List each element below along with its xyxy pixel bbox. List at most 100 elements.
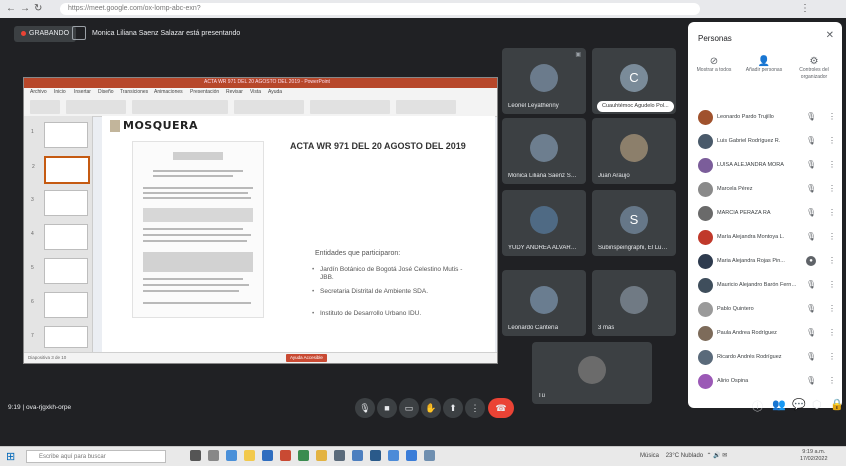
taskbar-search[interactable]: Escribe aquí para buscar xyxy=(26,450,166,463)
app-icon[interactable] xyxy=(208,450,219,461)
raise-hand-button[interactable]: ✋ xyxy=(421,398,441,418)
file-explorer-icon[interactable] xyxy=(244,450,255,461)
chat-icon[interactable]: 💬 xyxy=(792,398,806,411)
host-controls-button[interactable]: ⚙ Controles del organizador xyxy=(790,56,838,81)
accessibility-button[interactable]: Ayuda Accesible xyxy=(286,354,327,362)
system-clock[interactable]: 9:19 a.m. 17/02/2022 xyxy=(800,449,828,463)
participant-tile[interactable]: S Subinspeingraphi, El Luna... xyxy=(592,190,676,256)
add-people-button[interactable]: 👤 Añadir personas xyxy=(740,56,788,74)
ribbon-tab[interactable]: Insertar xyxy=(74,89,91,95)
word-icon[interactable] xyxy=(262,450,273,461)
app-icon[interactable] xyxy=(424,450,435,461)
more-options-icon[interactable]: ⋮ xyxy=(828,256,836,265)
mic-off-icon[interactable]: 🎙 xyxy=(806,232,816,241)
task-view-icon[interactable] xyxy=(190,450,201,461)
browser-edge-icon[interactable] xyxy=(226,450,237,461)
slide-thumbnail[interactable]: 4 xyxy=(31,224,88,250)
participant-row[interactable]: Ricardo Andrés Rodríguez 🎙 ⋮ xyxy=(688,346,842,370)
app-icon[interactable] xyxy=(352,450,363,461)
mic-off-icon[interactable]: 🎙 xyxy=(806,328,816,337)
slide-thumbnail[interactable]: 1 xyxy=(31,122,88,148)
participant-row[interactable]: Leonardo Pardo Trujillo 🎙 ⋮ xyxy=(688,106,842,130)
more-options-icon[interactable]: ⋮ xyxy=(828,328,836,337)
self-view-tile[interactable]: Tú xyxy=(532,342,652,404)
mic-off-icon[interactable]: 🎙 xyxy=(806,136,816,145)
ribbon-tab[interactable]: Animaciones xyxy=(154,89,183,95)
ribbon-tab[interactable]: Transiciones xyxy=(120,89,148,95)
ribbon-tab[interactable]: Revisar xyxy=(226,89,243,95)
participant-tile[interactable]: Leonardo Cantería xyxy=(502,270,586,336)
more-icon[interactable]: ▣ xyxy=(575,51,581,58)
participant-tile[interactable]: ▣ Leonel Leyathenny xyxy=(502,48,586,114)
participant-row[interactable]: Pablo Quintero 🎙 ⋮ xyxy=(688,298,842,322)
more-options-icon[interactable]: ⋮ xyxy=(828,112,836,121)
chrome-icon[interactable] xyxy=(316,450,327,461)
captions-button[interactable]: ▭ xyxy=(399,398,419,418)
more-options-icon[interactable]: ⋮ xyxy=(828,376,836,385)
more-options-icon[interactable]: ⋮ xyxy=(828,160,836,169)
participant-row[interactable]: Alirio Ospina 🎙 ⋮ xyxy=(688,370,842,394)
participant-row[interactable]: Luis Gabriel Rodríguez R. 🎙 ⋮ xyxy=(688,130,842,154)
people-icon[interactable]: 👥 xyxy=(772,398,786,411)
ribbon-tab[interactable]: Archivo xyxy=(30,89,47,95)
more-options-icon[interactable]: ⋮ xyxy=(828,280,836,289)
app-icon[interactable] xyxy=(370,450,381,461)
ribbon-tab[interactable]: Presentación xyxy=(190,89,219,95)
more-options-button[interactable]: ⋮ xyxy=(465,398,485,418)
mic-off-icon[interactable]: 🎙 xyxy=(806,208,816,217)
ribbon-tab[interactable]: Inicio xyxy=(54,89,66,95)
mic-off-icon[interactable]: 🎙 xyxy=(806,280,816,289)
pinned-participant-label[interactable]: Cuauhtémoc Agudelo Pol... xyxy=(597,101,674,112)
participant-tile[interactable]: Monica Liliana Saenz Sal... xyxy=(502,118,586,184)
info-icon[interactable]: ⓘ xyxy=(752,398,763,414)
slide-thumbnail[interactable]: 7 xyxy=(31,326,88,348)
slide-thumbnail[interactable]: 5 xyxy=(31,258,88,284)
slide-thumbnail[interactable]: 3 xyxy=(31,190,88,216)
participant-row[interactable]: Paula Andrea Rodríguez 🎙 ⋮ xyxy=(688,322,842,346)
weather-info[interactable]: 23°C Nublado xyxy=(666,453,703,459)
participant-row[interactable]: Maria Alejandra Rojas Pin... ● ⋮ xyxy=(688,250,842,274)
more-options-icon[interactable]: ⋮ xyxy=(828,136,836,145)
more-options-icon[interactable]: ⋮ xyxy=(828,304,836,313)
present-button[interactable]: ⬆ xyxy=(443,398,463,418)
more-options-icon[interactable]: ⋮ xyxy=(828,232,836,241)
more-options-icon[interactable]: ⋮ xyxy=(828,208,836,217)
powerpoint-icon[interactable] xyxy=(280,450,291,461)
participant-row[interactable]: Mauricio Alejandro Barón Fernández 🎙 ⋮ xyxy=(688,274,842,298)
participant-tile[interactable]: 3 más xyxy=(592,270,676,336)
forward-icon[interactable]: → xyxy=(20,3,30,14)
speaking-icon[interactable]: ● xyxy=(806,256,816,266)
back-icon[interactable]: ← xyxy=(6,3,16,14)
more-options-icon[interactable]: ⋮ xyxy=(828,352,836,361)
participant-row[interactable]: María Alejandra Montoya L. 🎙 ⋮ xyxy=(688,226,842,250)
tray-icons[interactable]: ⌃ 🔊 ✉ xyxy=(706,453,727,459)
mic-off-icon[interactable]: 🎙 xyxy=(806,112,816,121)
camera-button[interactable]: ■ xyxy=(377,398,397,418)
excel-icon[interactable] xyxy=(298,450,309,461)
ribbon-tab[interactable]: Vista xyxy=(250,89,261,95)
address-bar[interactable]: https://meet.google.com/ox-lomp-abc-exn? xyxy=(60,3,700,15)
ribbon-tab[interactable]: Diseño xyxy=(98,89,114,95)
participant-row[interactable]: Marcela Pérez 🎙 ⋮ xyxy=(688,178,842,202)
slide-thumbnail-selected[interactable]: 2 xyxy=(32,156,90,184)
mic-off-icon[interactable]: 🎙 xyxy=(806,376,816,385)
participant-row[interactable]: MARCIA PERAZA RA 🎙 ⋮ xyxy=(688,202,842,226)
end-call-button[interactable]: ☎ xyxy=(488,398,514,418)
show-to-all-button[interactable]: ⊘ Mostrar a todos xyxy=(690,56,738,74)
participant-tile[interactable]: YUDY ANDREA ALVAREZ ... xyxy=(502,190,586,256)
mic-button[interactable]: 🎙 xyxy=(355,398,375,418)
more-options-icon[interactable]: ⋮ xyxy=(828,184,836,193)
participant-row[interactable]: LUISA ALEJANDRA MORA 🎙 ⋮ xyxy=(688,154,842,178)
mic-off-icon[interactable]: 🎙 xyxy=(806,160,816,169)
close-icon[interactable]: ✕ xyxy=(826,30,834,41)
slide-thumbnail[interactable]: 6 xyxy=(31,292,88,318)
participant-tile[interactable]: Juan Araujo xyxy=(592,118,676,184)
mic-off-icon[interactable]: 🎙 xyxy=(806,184,816,193)
mic-off-icon[interactable]: 🎙 xyxy=(806,304,816,313)
menu-icon[interactable]: ⋮ xyxy=(800,3,810,14)
ribbon-tab[interactable]: Ayuda xyxy=(268,89,282,95)
app-icon[interactable] xyxy=(406,450,417,461)
app-icon[interactable] xyxy=(334,450,345,461)
activities-icon[interactable]: ⬡ xyxy=(812,398,822,411)
mic-off-icon[interactable]: 🎙 xyxy=(806,352,816,361)
